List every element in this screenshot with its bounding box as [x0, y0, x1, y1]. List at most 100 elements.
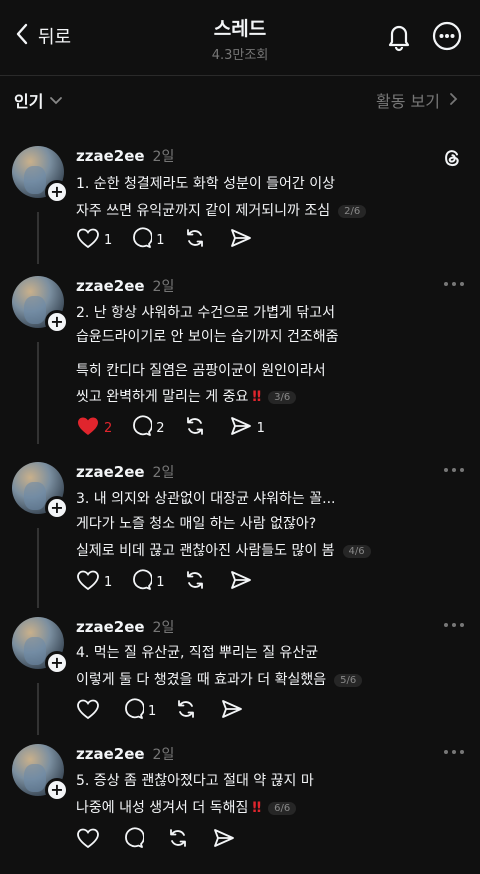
bell-icon[interactable]: [383, 20, 415, 52]
send-icon: [212, 827, 236, 853]
heart-icon: [76, 227, 100, 253]
post-actions: 1 1: [76, 569, 275, 595]
thread-post-4: + zzae2ee 2일 4. 먹는 질 유산균, 직접 뿌리는 질 유산균 이…: [0, 617, 480, 735]
follow-plus-icon[interactable]: +: [45, 778, 69, 802]
comment-icon: [122, 698, 145, 724]
like-count: 1: [104, 574, 113, 590]
post-text-line: 4. 먹는 질 유산균, 직접 뿌리는 질 유산균: [76, 645, 319, 661]
comment-icon: [130, 415, 154, 441]
username[interactable]: zzae2ee: [76, 463, 145, 481]
sort-dropdown[interactable]: 인기: [14, 88, 63, 112]
repost-button[interactable]: [183, 569, 211, 595]
repost-button[interactable]: [174, 698, 202, 724]
comment-icon: [130, 227, 154, 253]
filter-row: 인기 활동 보기: [0, 88, 480, 116]
thread-connector: [37, 212, 39, 264]
username[interactable]: zzae2ee: [76, 277, 145, 295]
post-text: 실제로 비데 끊고 괜찮아진 사람들도 많이 봄: [76, 543, 335, 559]
post-time: 2일: [152, 747, 175, 763]
repost-button[interactable]: [183, 227, 211, 253]
send-icon: [220, 698, 244, 724]
like-count: 2: [104, 420, 113, 436]
like-button[interactable]: 1: [76, 569, 112, 595]
repost-icon: [166, 827, 190, 853]
double-exclamation-emoji: ‼: [252, 800, 261, 816]
thread-connector: [37, 683, 39, 735]
heart-icon: [76, 569, 100, 595]
post-actions: 1 1: [76, 227, 275, 253]
like-button[interactable]: 2: [76, 415, 112, 441]
header: 뒤로 스레드 4.3만조회: [0, 0, 480, 76]
follow-plus-icon[interactable]: +: [45, 651, 69, 675]
post-text: 이렇게 둘 다 챙겼을 때 효과가 더 확실했음: [76, 672, 327, 688]
page-indicator: 5/6: [334, 674, 363, 687]
heart-icon: [76, 698, 100, 724]
sort-label: 인기: [14, 92, 44, 111]
follow-plus-icon[interactable]: +: [45, 180, 69, 204]
post-header: zzae2ee 2일: [76, 462, 174, 482]
username[interactable]: zzae2ee: [76, 147, 145, 165]
post-text-line-last: 나중에 내성 생겨서 더 독해짐 ‼ 6/6: [76, 797, 297, 817]
post-header: zzae2ee 2일: [76, 276, 174, 296]
thread-post-2: + zzae2ee 2일 2. 난 항상 샤워하고 수건으로 가볍게 닦고서 습…: [0, 276, 480, 446]
comment-icon: [130, 569, 154, 595]
username[interactable]: zzae2ee: [76, 745, 145, 763]
post-text: 자주 쓰면 유익균까지 같이 제거되니까 조심: [76, 203, 331, 219]
comment-count: 1: [148, 703, 157, 719]
comment-button[interactable]: 1: [122, 698, 156, 724]
page-indicator: 2/6: [338, 205, 367, 218]
threads-logo-icon[interactable]: [440, 146, 464, 170]
follow-plus-icon[interactable]: +: [45, 310, 69, 334]
heart-filled-icon: [76, 415, 100, 441]
comment-button[interactable]: 2: [130, 415, 165, 441]
activity-label: 활동 보기: [376, 92, 440, 111]
like-button[interactable]: [76, 827, 104, 853]
comment-button[interactable]: 1: [130, 227, 165, 253]
more-options-icon[interactable]: [431, 20, 463, 52]
post-text-line-last: 이렇게 둘 다 챙겼을 때 효과가 더 확실했음 5/6: [76, 669, 363, 689]
post-actions: [76, 827, 258, 853]
more-icon[interactable]: [440, 744, 468, 758]
post-text-line: 2. 난 항상 샤워하고 수건으로 가볍게 닦고서: [76, 305, 336, 321]
repost-icon: [183, 569, 207, 595]
post-time: 2일: [152, 620, 175, 636]
post-time: 2일: [152, 465, 175, 481]
chevron-down-icon: [49, 91, 63, 110]
post-header: zzae2ee 2일: [76, 617, 174, 637]
page-indicator: 3/6: [268, 391, 297, 404]
repost-button[interactable]: [183, 415, 211, 441]
repost-button[interactable]: [166, 827, 194, 853]
more-icon[interactable]: [440, 462, 468, 476]
thread-post-1: + zzae2ee 2일 1. 순한 청결제라도 화학 성분이 들어간 이상 자…: [0, 146, 480, 264]
post-text-line: 1. 순한 청결제라도 화학 성분이 들어간 이상: [76, 176, 336, 192]
comment-count: 1: [156, 232, 165, 248]
like-button[interactable]: 1: [76, 227, 112, 253]
share-button[interactable]: 1: [229, 415, 265, 441]
share-button[interactable]: [229, 227, 257, 253]
post-text-line: 5. 증상 좀 괜찮아졌다고 절대 약 끊지 마: [76, 773, 314, 789]
username[interactable]: zzae2ee: [76, 618, 145, 636]
thread-post-3: + zzae2ee 2일 3. 내 의지와 상관없이 대장균 샤워하는 꼴...…: [0, 462, 480, 608]
thread-connector: [37, 528, 39, 608]
activity-button[interactable]: 활동 보기: [376, 88, 458, 112]
chevron-right-icon: [448, 91, 458, 110]
share-button[interactable]: [229, 569, 257, 595]
send-icon: [229, 227, 253, 253]
comment-button[interactable]: 1: [130, 569, 165, 595]
more-icon[interactable]: [440, 617, 468, 631]
like-button[interactable]: [76, 698, 104, 724]
comment-button[interactable]: [122, 827, 148, 853]
repost-icon: [174, 698, 198, 724]
like-count: 1: [104, 232, 113, 248]
share-button[interactable]: [220, 698, 248, 724]
thread-connector: [37, 342, 39, 444]
more-icon[interactable]: [440, 276, 468, 290]
header-divider: [0, 75, 480, 76]
heart-icon: [76, 827, 100, 853]
follow-plus-icon[interactable]: +: [45, 496, 69, 520]
send-icon: [229, 415, 253, 441]
comment-count: 1: [156, 574, 165, 590]
post-text-line-last: 자주 쓰면 유익균까지 같이 제거되니까 조심 2/6: [76, 200, 367, 220]
double-exclamation-emoji: ‼: [252, 389, 261, 405]
share-button[interactable]: [212, 827, 240, 853]
